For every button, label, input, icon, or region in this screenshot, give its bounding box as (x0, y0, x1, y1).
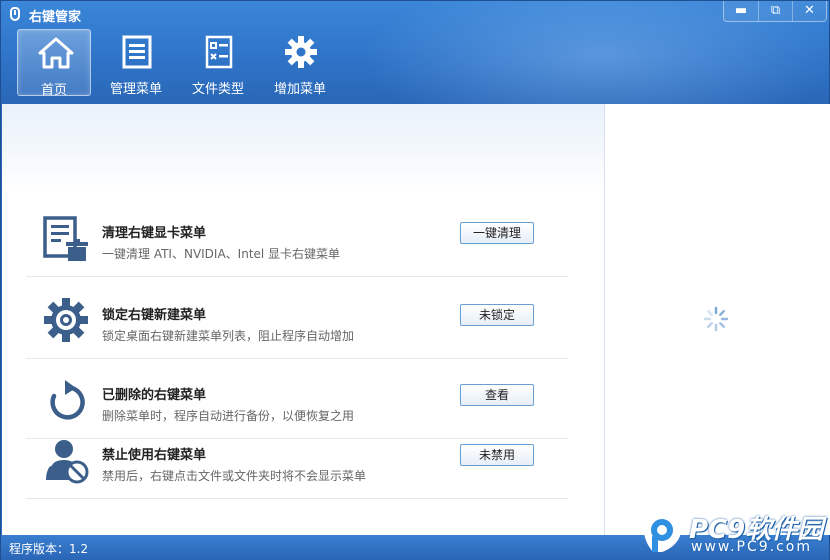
clean-button[interactable]: 一键清理 (460, 222, 534, 244)
feature-title: 已删除的右键菜单 (102, 388, 207, 403)
disable-button[interactable]: 未禁用 (460, 444, 534, 466)
feature-title: 清理右键显卡菜单 (102, 226, 207, 241)
user-block-icon (46, 440, 89, 484)
app-window: 右键管家 ▬ ⧉ ✕ 首页 管理菜单 文件类型 增加菜单 清理右键显卡菜单 一键… (0, 0, 830, 560)
header: 右键管家 ▬ ⧉ ✕ 首页 管理菜单 文件类型 增加菜单 (1, 1, 829, 104)
feature-row-lock: 锁定右键新建菜单 锁定桌面右键新建菜单列表，阻止程序自动增加 未锁定 (26, 278, 568, 359)
feature-desc: 锁定桌面右键新建菜单列表，阻止程序自动增加 (102, 329, 355, 343)
nav-item-file-type[interactable]: 文件类型 (181, 29, 255, 97)
nav-label-home: 首页 (40, 83, 67, 98)
menu-list-icon (122, 35, 152, 69)
nav-item-home[interactable]: 首页 (17, 29, 91, 98)
version-text: 程序版本：1.2 (9, 542, 89, 556)
nav-label-file-type: 文件类型 (191, 82, 244, 97)
view-button[interactable]: 查看 (460, 384, 534, 406)
nav-label-add-menu: 增加菜单 (273, 82, 326, 97)
feature-row-clean: 清理右键显卡菜单 一键清理 ATI、NVIDIA、Intel 显卡右键菜单 一键… (26, 196, 568, 277)
minimize-button[interactable]: ▬ (724, 1, 758, 21)
loading-spinner-icon (703, 306, 729, 332)
restore-button[interactable]: ⧉ (758, 1, 792, 21)
gear-icon (44, 298, 88, 342)
lock-button[interactable]: 未锁定 (460, 304, 534, 326)
feature-desc: 禁用后，右键点击文件或文件夹时将不会显示菜单 (102, 469, 367, 483)
title-bar: 右键管家 ▬ ⧉ ✕ (1, 1, 829, 27)
side-panel (605, 104, 830, 535)
gear-icon (285, 36, 317, 68)
main-nav: 首页 管理菜单 文件类型 增加菜单 (17, 29, 345, 98)
feature-desc: 一键清理 ATI、NVIDIA、Intel 显卡右键菜单 (102, 247, 341, 261)
nav-label-manage-menu: 管理菜单 (109, 82, 162, 97)
nav-item-add-menu[interactable]: 增加菜单 (263, 29, 337, 97)
home-icon (38, 37, 74, 69)
feature-title: 锁定右键新建菜单 (102, 308, 207, 323)
file-type-icon (205, 35, 233, 69)
feature-row-disable: 禁止使用右键菜单 禁用后，右键点击文件或文件夹时将不会显示菜单 未禁用 (26, 418, 568, 499)
content-area: 清理右键显卡菜单 一键清理 ATI、NVIDIA、Intel 显卡右键菜单 一键… (2, 104, 830, 535)
app-mouse-icon (10, 7, 20, 21)
app-title: 右键管家 (29, 10, 82, 25)
restore-arrow-icon (50, 380, 85, 420)
close-button[interactable]: ✕ (792, 1, 826, 21)
watermark-url: www.PC9.com (691, 539, 812, 555)
feature-panel: 清理右键显卡菜单 一键清理 ATI、NVIDIA、Intel 显卡右键菜单 一键… (2, 104, 604, 535)
feature-title: 禁止使用右键菜单 (102, 448, 207, 463)
pc9-logo-icon (644, 512, 681, 552)
clean-document-icon (43, 216, 88, 261)
watermark: PC9软件园 www.PC9.com (639, 507, 829, 559)
nav-item-manage-menu[interactable]: 管理菜单 (99, 29, 173, 97)
